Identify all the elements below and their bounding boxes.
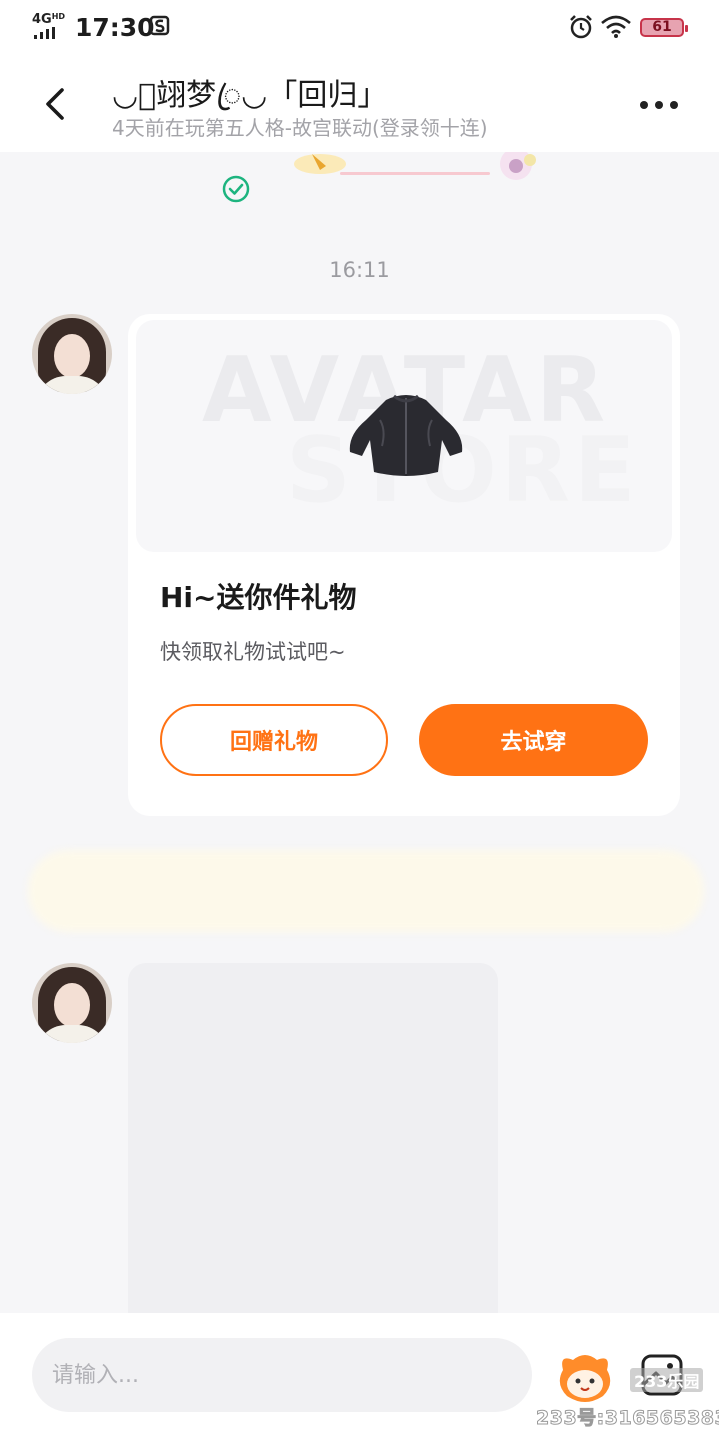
signal-icon	[34, 27, 55, 39]
clock: 17:30	[75, 13, 155, 42]
sender-avatar[interactable]	[32, 963, 112, 1043]
message-timestamp: 16:11	[329, 258, 390, 282]
site-watermark-tag: 233乐园	[630, 1368, 704, 1392]
app-notification-icon	[150, 15, 170, 36]
network-indicator: 4GHD	[32, 12, 66, 27]
battery-level: 61	[652, 19, 672, 35]
alarm-icon	[570, 15, 592, 39]
gift-card-description: 快领取礼物试试吧~	[160, 640, 346, 664]
back-arrow-icon[interactable]	[36, 84, 76, 124]
image-message-placeholder[interactable]	[128, 963, 498, 1323]
contact-status: 4天前在玩第五人格-故宫联动(登录领十连)	[112, 116, 488, 140]
gift-item-image: AVATAR STORE	[136, 320, 672, 552]
jacket-item-icon	[349, 394, 463, 476]
user-id-watermark: 233号:316565383	[535, 1407, 719, 1430]
sender-avatar[interactable]	[32, 314, 112, 394]
chat-header: ◡ꦿ翊梦ꦿ◡「回归」 4天前在玩第五人格-故宫联动(登录领十连)	[0, 56, 719, 152]
system-notice-blurred	[28, 850, 704, 932]
message-input[interactable]	[32, 1338, 532, 1412]
gift-card[interactable]: AVATAR STORE Hi~送你件礼物 快领取礼物试试吧~ 回赠礼物 去试穿	[128, 314, 680, 816]
sent-check-icon	[222, 175, 250, 203]
partial-sticker-message	[294, 152, 536, 180]
more-options-icon[interactable]	[640, 94, 690, 114]
emoji-mascot-icon[interactable]	[555, 1350, 615, 1406]
message-input-bar: 233乐园 233号:316565383	[0, 1313, 719, 1435]
gift-card-title: Hi~送你件礼物	[160, 581, 357, 614]
wifi-icon	[601, 15, 631, 38]
return-gift-button[interactable]: 回赠礼物	[160, 704, 388, 776]
battery-icon: 61	[640, 18, 688, 37]
status-bar: 4GHD 17:30 61	[0, 0, 719, 56]
try-on-button[interactable]: 去试穿	[419, 704, 648, 776]
